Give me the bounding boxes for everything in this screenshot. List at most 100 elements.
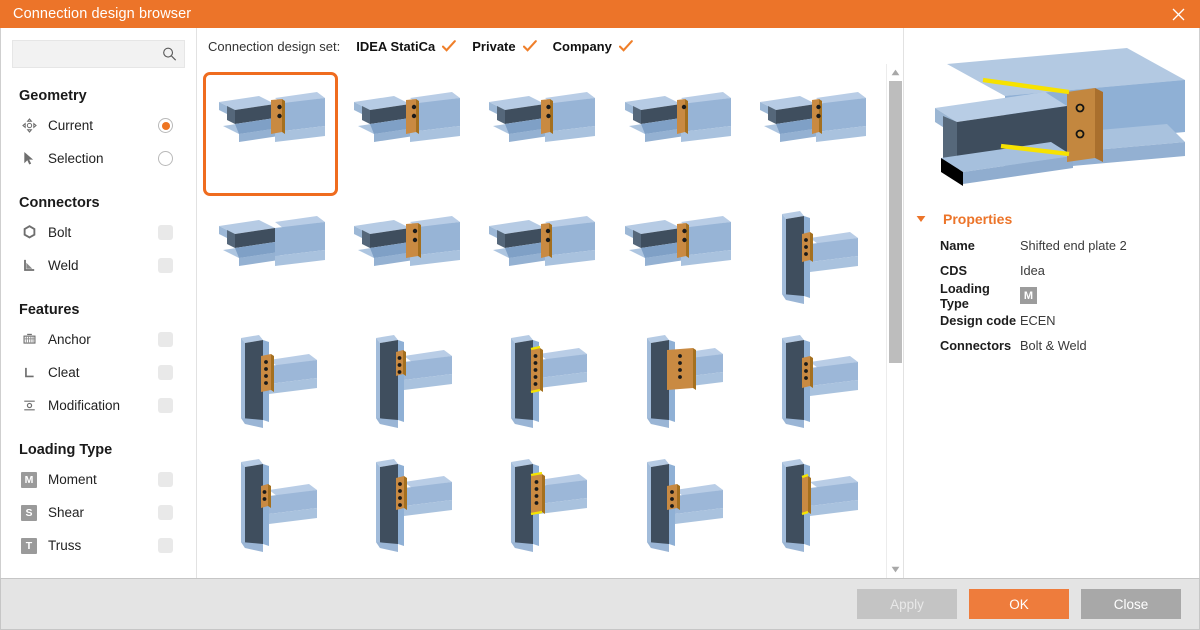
sidebar-item-modification[interactable]: Modification: [1, 389, 196, 422]
sidebar-item-moment[interactable]: M Moment: [1, 463, 196, 496]
weld-icon: [19, 258, 39, 273]
connection-preview-icon: [482, 206, 600, 310]
bolt-icon: [19, 225, 39, 240]
sidebar-item-label: Truss: [48, 538, 82, 553]
moment-badge-icon: M: [19, 471, 39, 488]
thumbnail-column-beam-endplate-2[interactable]: [338, 320, 473, 444]
thumbnail-beam-to-beam-weld[interactable]: [745, 72, 880, 196]
property-key: Name: [940, 238, 975, 253]
current-radio-cell: [158, 118, 196, 133]
design-set-option-label: Company: [552, 38, 612, 54]
thumbnail-column-beam-web-plate[interactable]: [745, 196, 880, 320]
connection-preview-icon: [753, 330, 871, 434]
thumbnail-column-beam-haunch[interactable]: [474, 320, 609, 444]
connection-preview-icon: [753, 454, 871, 558]
properties-header[interactable]: Properties: [904, 203, 1199, 233]
checkbox-shear[interactable]: [158, 505, 173, 520]
sidebar-item-label: Shear: [48, 505, 85, 520]
scrollbar-thumb[interactable]: [888, 81, 902, 363]
scrollbar-track[interactable]: [887, 81, 904, 561]
sidebar-item-cleat[interactable]: Cleat: [1, 356, 196, 389]
apply-button[interactable]: Apply: [857, 589, 957, 619]
moment-checkbox-cell: [158, 472, 196, 487]
anchor-icon: [19, 332, 39, 347]
thumbnail-beam-to-beam-fin-plate[interactable]: [609, 72, 744, 196]
sidebar-item-truss[interactable]: T Truss: [1, 529, 196, 562]
sidebar-item-label: Weld: [48, 258, 79, 273]
thumbnail-beam-to-beam-endplate-bolted[interactable]: [338, 72, 473, 196]
thumbnail-beam-to-beam-bolted-plate[interactable]: [338, 196, 473, 320]
thumbnail-column-beam-fin-2[interactable]: [338, 444, 473, 568]
thumbnail-column-beam-welded[interactable]: [745, 444, 880, 568]
design-set-option-company[interactable]: Company: [553, 39, 633, 54]
connection-preview-icon: [347, 454, 465, 558]
sidebar-item-anchor[interactable]: Anchor: [1, 323, 196, 356]
preview-3d-view[interactable]: [904, 28, 1199, 203]
connection-preview-icon: [347, 82, 465, 186]
filter-sidebar: Geometry Current Selection Connectors Bo…: [1, 28, 207, 578]
close-icon[interactable]: [1156, 0, 1200, 28]
chevron-down-icon[interactable]: [887, 561, 904, 578]
sidebar-item-label: Anchor: [48, 332, 91, 347]
property-key: Design code: [940, 313, 1017, 328]
search-box[interactable]: [12, 40, 207, 68]
sidebar-item-label: Cleat: [48, 365, 80, 380]
sidebar-item-weld[interactable]: Weld: [1, 249, 196, 282]
thumbnail-column-beam-angle-cleat[interactable]: [474, 444, 609, 568]
thumbnail-beam-to-beam-shifted-endplate[interactable]: [203, 72, 339, 196]
check-icon[interactable]: [618, 40, 633, 52]
thumbnail-column-beam-fin-1[interactable]: [203, 444, 338, 568]
sidebar-item-shear[interactable]: S Shear: [1, 496, 196, 529]
design-set-label: Connection design set:: [208, 38, 341, 54]
thumbnail-column-beam-bolted-cleat[interactable]: [609, 444, 744, 568]
connection-design-browser-window: Connection design browser Geometry Curre…: [0, 0, 1200, 630]
checkbox-anchor[interactable]: [158, 332, 173, 347]
property-row-cds: CDS Idea: [904, 258, 1199, 283]
truss-badge-icon: T: [19, 537, 39, 554]
radio-selection[interactable]: [158, 151, 173, 166]
anchor-checkbox-cell: [158, 332, 196, 347]
ok-button[interactable]: OK: [969, 589, 1069, 619]
checkbox-cleat[interactable]: [158, 365, 173, 380]
design-set-option-idea-statica[interactable]: IDEA StatiCa: [356, 38, 457, 54]
thumbnail-scrollbar[interactable]: [886, 64, 903, 578]
checkbox-weld[interactable]: [158, 258, 173, 273]
move-gizmo-icon: [19, 118, 39, 133]
checkbox-moment[interactable]: [158, 472, 173, 487]
search-icon[interactable]: [162, 47, 177, 62]
close-button[interactable]: Close: [1081, 589, 1181, 619]
connection-preview-icon: [212, 454, 330, 558]
dialog-body: Geometry Current Selection Connectors Bo…: [0, 28, 1200, 578]
radio-current[interactable]: [158, 118, 173, 133]
shear-badge-letter: S: [21, 504, 37, 521]
property-value: Bolt & Weld: [1020, 338, 1087, 353]
sidebar-item-current[interactable]: Current: [1, 109, 196, 142]
cleat-checkbox-cell: [158, 365, 196, 380]
search-input[interactable]: [13, 41, 207, 67]
property-key: CDS: [940, 263, 968, 278]
chevron-up-icon[interactable]: [887, 64, 904, 81]
checkbox-bolt[interactable]: [158, 225, 173, 240]
thumbnail-beam-to-beam-endplate[interactable]: [474, 72, 609, 196]
thumbnail-column-beam-wide-plate[interactable]: [609, 320, 744, 444]
triangle-down-icon[interactable]: [913, 215, 929, 223]
check-icon[interactable]: [442, 40, 457, 52]
property-value: Shifted end plate 2: [1020, 238, 1127, 253]
check-icon[interactable]: [522, 40, 537, 52]
sidebar-item-selection[interactable]: Selection: [1, 142, 196, 175]
design-set-option-label: IDEA StatiCa: [356, 38, 436, 54]
thumbnail-beam-to-beam-short-plate[interactable]: [474, 196, 609, 320]
sidebar-item-bolt[interactable]: Bolt: [1, 216, 196, 249]
checkbox-modification[interactable]: [158, 398, 173, 413]
modification-icon: [19, 398, 39, 413]
thumbnail-beam-to-beam-plain[interactable]: [203, 196, 338, 320]
connection-preview-icon: [212, 206, 330, 310]
property-row-connectors: Connectors Bolt & Weld: [904, 333, 1199, 358]
checkbox-truss[interactable]: [158, 538, 173, 553]
design-set-option-private[interactable]: Private: [472, 39, 537, 54]
property-row-loading-type: Loading Type M: [904, 281, 1199, 311]
thumbnail-beam-to-beam-full-endplate[interactable]: [609, 196, 744, 320]
window-title: Connection design browser: [13, 6, 192, 22]
thumbnail-column-beam-stiffened[interactable]: [745, 320, 880, 444]
thumbnail-column-beam-endplate-1[interactable]: [203, 320, 338, 444]
